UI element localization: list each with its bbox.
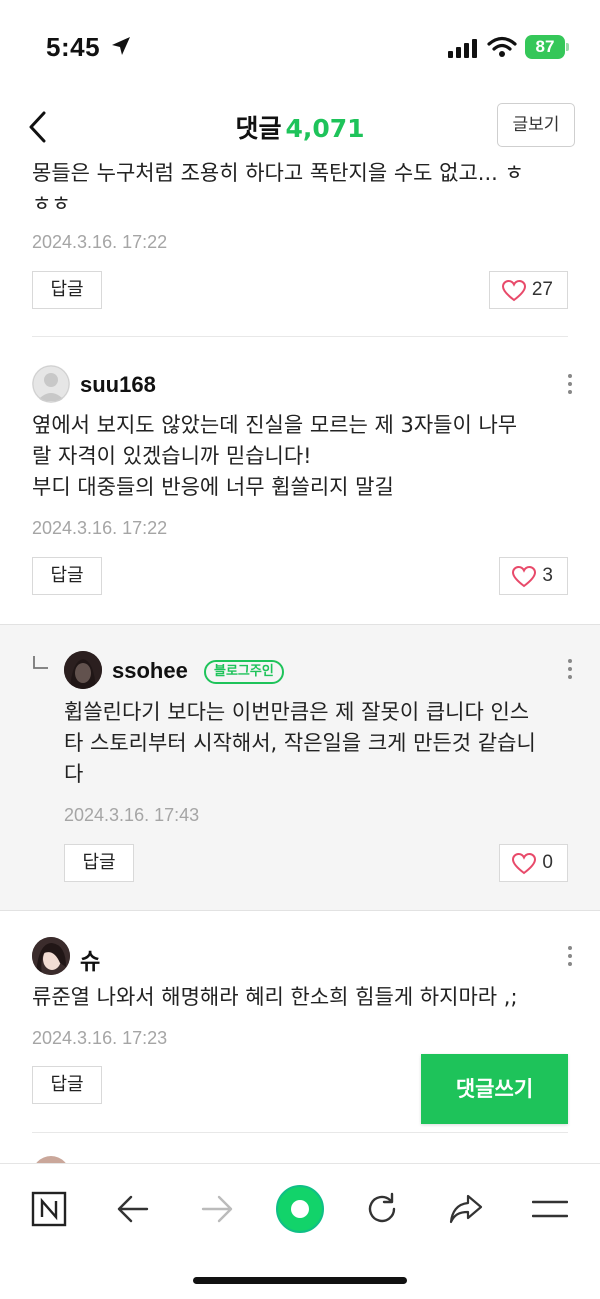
comment-username[interactable]: ssohee: [112, 658, 188, 684]
browser-toolbar: [0, 1163, 600, 1299]
status-time: 5:45: [46, 32, 101, 62]
heart-icon: [512, 853, 537, 875]
comment-line: 타 스토리부터 시작해서, 작은일을 크게 만든것 같습니: [64, 731, 536, 755]
profile-photo-icon: [32, 937, 70, 975]
share-button[interactable]: [441, 1184, 491, 1234]
title-label: 댓글: [235, 114, 282, 143]
more-options-icon[interactable]: [568, 659, 572, 683]
blog-owner-badge: 블로그주인: [204, 660, 284, 684]
arrow-right-icon: [201, 1195, 233, 1223]
avatar[interactable]: [32, 937, 70, 975]
reply-item: ssohee 블로그주인 휩쓸린다기 보다는 이번만큼은 제 잘못이 큽니다 인…: [0, 624, 600, 911]
green-dot-button[interactable]: [275, 1184, 325, 1234]
naver-n-icon: [31, 1191, 67, 1227]
profile-photo-icon: [64, 651, 102, 689]
comment-text: 류준열 나와서 해명해라 혜리 한소희 힘들게 하지마라 ,;: [32, 982, 572, 1013]
write-comment-button[interactable]: 댓글쓰기: [421, 1054, 568, 1124]
battery-indicator: 87: [525, 35, 565, 59]
reply-button[interactable]: 답글: [32, 271, 102, 309]
comment-line: 휩쓸린다기 보다는 이번만큼은 제 잘못이 큽니다 인스: [64, 700, 530, 724]
comment-text: 옆에서 보지도 않았는데 진실을 모르는 제 3자들이 나무 랄 자격이 있겠습…: [32, 410, 572, 503]
forward-nav-button[interactable]: [192, 1184, 242, 1234]
comment-date: 2024.3.16. 17:22: [32, 518, 168, 538]
arrow-left-icon: [117, 1195, 149, 1223]
like-count: 0: [542, 852, 553, 873]
avatar[interactable]: [32, 365, 70, 403]
reply-indent-icon: [33, 656, 48, 669]
refresh-icon: [368, 1192, 396, 1223]
like-button[interactable]: 27: [488, 271, 568, 309]
comment-line: 몽들은 누구처럼 조용히 하다고 폭탄지을 수도 없고... ㅎ: [32, 161, 524, 185]
reply-button[interactable]: 답글: [64, 844, 134, 882]
green-dot-icon: [276, 1185, 324, 1233]
battery-cap: [566, 43, 569, 51]
refresh-button[interactable]: [357, 1184, 407, 1234]
header: 댓글 4,071 글보기: [0, 95, 600, 160]
comment-date: 2024.3.16. 17:23: [32, 1028, 168, 1048]
like-count: 27: [531, 279, 553, 300]
comment-date: 2024.3.16. 17:22: [32, 232, 168, 252]
heart-icon: [501, 280, 526, 302]
avatar[interactable]: [64, 651, 102, 689]
comment-line: 랄 자격이 있겠습니까 믿습니다!: [32, 444, 312, 468]
comment-line: 부디 대중들의 반응에 너무 휩쓸리지 말길: [32, 475, 394, 499]
status-bar: 5:45 87: [0, 0, 600, 95]
comment-line: 다: [64, 762, 84, 786]
comment-line: 류준열 나와서 해명해라 혜리 한소희 힘들게 하지마라 ,;: [32, 985, 518, 1009]
view-post-button[interactable]: 글보기: [497, 103, 575, 147]
comment-username[interactable]: 슈: [80, 944, 100, 976]
share-arrow-icon: [449, 1194, 483, 1224]
wifi-icon: [487, 36, 517, 57]
more-options-icon[interactable]: [568, 946, 572, 970]
comment-list[interactable]: 몽들은 누구처럼 조용히 하다고 폭탄지을 수도 없고... ㅎ ㅎㅎ 2024…: [0, 160, 600, 1163]
comment-line: ㅎㅎ: [32, 192, 71, 216]
avatar: [32, 1156, 70, 1163]
more-options-icon[interactable]: [568, 374, 572, 398]
comment-text: 휩쓸린다기 보다는 이번만큼은 제 잘못이 큽니다 인스 타 스토리부터 시작해…: [64, 697, 574, 790]
reply-button[interactable]: 답글: [32, 557, 102, 595]
naver-home-button[interactable]: [24, 1184, 74, 1234]
reply-button[interactable]: 답글: [32, 1066, 102, 1104]
comment-count: 4,071: [285, 114, 365, 143]
back-nav-button[interactable]: [108, 1184, 158, 1234]
like-button[interactable]: 3: [499, 557, 568, 595]
heart-icon: [512, 566, 537, 588]
divider: [32, 1132, 568, 1133]
like-button[interactable]: 0: [499, 844, 568, 882]
default-user-icon: [32, 365, 70, 403]
comment-line: 옆에서 보지도 않았는데 진실을 모르는 제 3자들이 나무: [32, 413, 518, 437]
location-arrow-icon: [112, 37, 130, 55]
divider: [32, 336, 568, 337]
comment-text: 몽들은 누구처럼 조용히 하다고 폭탄지을 수도 없고... ㅎ ㅎㅎ: [32, 160, 572, 220]
home-indicator: [193, 1277, 407, 1284]
comment-username[interactable]: suu168: [80, 372, 156, 398]
hamburger-menu-icon: [532, 1200, 568, 1218]
cellular-signal-icon: [448, 39, 477, 58]
like-count: 3: [542, 565, 553, 586]
comment-date: 2024.3.16. 17:43: [64, 805, 200, 825]
menu-button[interactable]: [525, 1184, 575, 1234]
